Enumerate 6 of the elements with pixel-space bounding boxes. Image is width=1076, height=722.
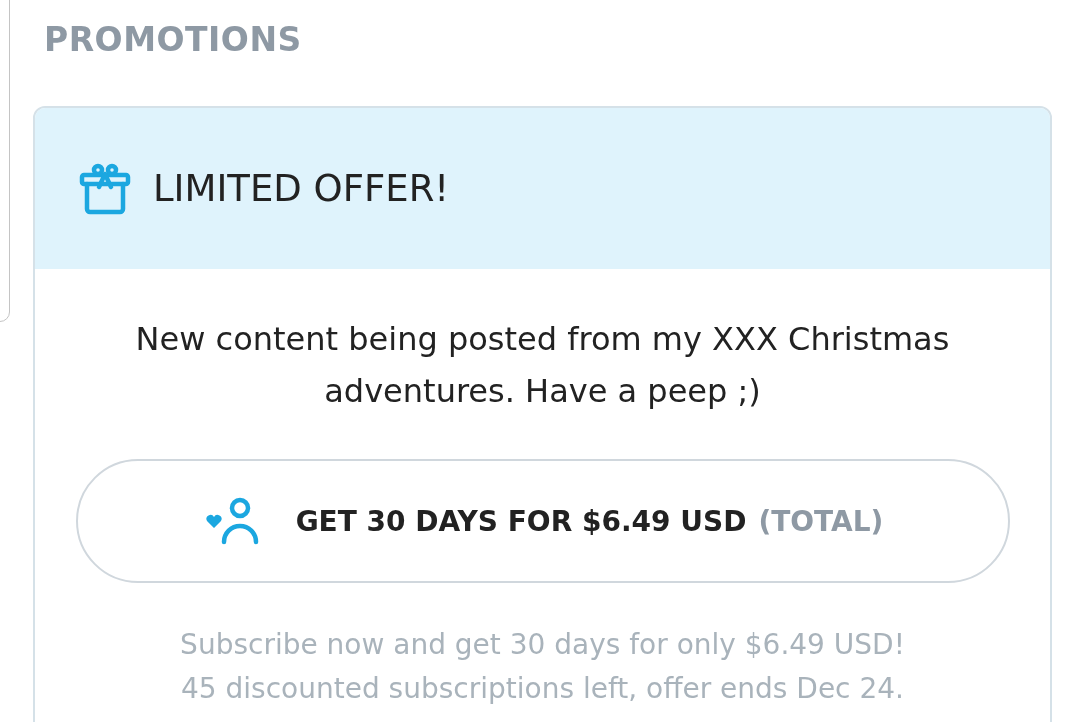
offer-details: Subscribe now and get 30 days for only $6.49 USD! 45 discounted subscriptions left, offer ends Dec 24. (180, 627, 905, 707)
offer-title: LIMITED OFFER! (153, 167, 450, 210)
section-title: PROMOTIONS (44, 20, 302, 59)
offer-message: New content being posted from my XXX Christmas adventures. Have a peep ;) (134, 319, 951, 412)
subscribe-button[interactable]: GET 30 DAYS FOR $6.49 USD (TOTAL) (75, 459, 1010, 583)
gift-icon (79, 162, 131, 215)
